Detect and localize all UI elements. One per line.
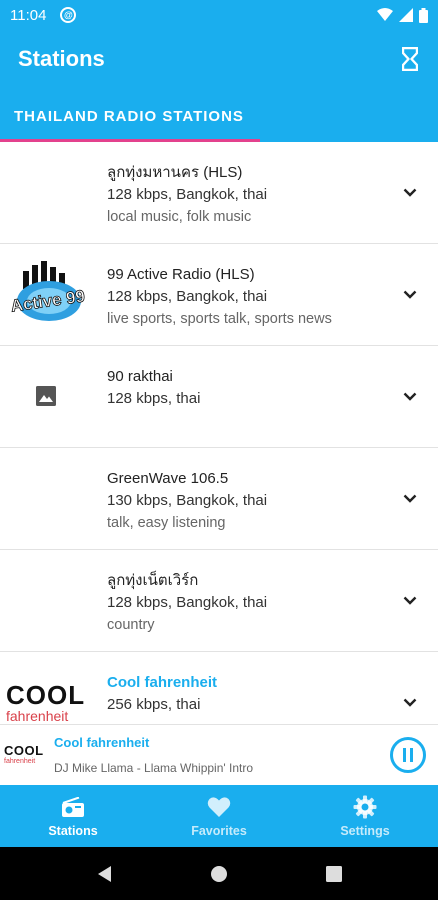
station-logo [0, 346, 92, 446]
expand-button[interactable] [400, 182, 420, 202]
gear-icon [353, 795, 377, 819]
expand-button[interactable] [400, 386, 420, 406]
chevron-down-icon [403, 698, 417, 707]
station-logo [0, 550, 92, 650]
battery-icon [419, 7, 428, 23]
station-tags: live sports, sports talk, sports news [107, 311, 332, 327]
now-playing-bar[interactable]: COOL fahrenheit Cool fahrenheit DJ Mike … [0, 724, 438, 785]
active99-logo: Active 99 [9, 261, 87, 321]
nav-item-favorites[interactable]: Favorites [146, 785, 292, 847]
expand-button[interactable] [400, 488, 420, 508]
station-row[interactable]: GreenWave 106.5 130 kbps, Bangkok, thai … [0, 448, 438, 550]
station-name: Cool fahrenheit [107, 674, 218, 691]
station-meta: 128 kbps, Bangkok, thai [107, 186, 268, 203]
station-tags: talk, easy listening [107, 515, 226, 531]
nav-label-stations: Stations [48, 824, 98, 838]
signal-icon [399, 8, 413, 22]
station-row[interactable]: ลูกทุ่งเน็ตเวิร์ก 128 kbps, Bangkok, tha… [0, 550, 438, 652]
pause-button[interactable] [390, 737, 426, 773]
chevron-down-icon [403, 392, 417, 401]
status-bar: 11:04 @ [0, 0, 438, 30]
status-time: 11:04 [10, 6, 47, 24]
chevron-down-icon [403, 188, 417, 197]
nav-label-settings: Settings [340, 824, 390, 838]
system-navigation-bar [0, 847, 438, 900]
station-meta: 128 kbps, Bangkok, thai [107, 594, 268, 611]
chevron-down-icon [403, 290, 417, 299]
sleep-timer-button[interactable] [398, 44, 422, 74]
station-logo [0, 448, 92, 548]
station-logo: COOL fahrenheit [0, 652, 92, 724]
tab-thailand-radio-stations[interactable]: THAILAND RADIO STATIONS [14, 108, 244, 125]
station-name: 99 Active Radio (HLS) [107, 266, 255, 283]
station-list[interactable]: ลูกทุ่งมหานคร (HLS) 128 kbps, Bangkok, t… [0, 142, 438, 724]
page-title: Stations [18, 46, 105, 71]
station-name: GreenWave 106.5 [107, 470, 229, 487]
now-playing-logo-top: COOL [4, 743, 44, 758]
station-tags: local music, folk music [107, 209, 252, 225]
pause-icon-bar-right [410, 748, 413, 762]
station-info: ลูกทุ่งเน็ตเวิร์ก 128 kbps, Bangkok, tha… [107, 570, 387, 636]
now-playing-subtitle: DJ Mike Llama - Llama Whippin' Intro [54, 761, 254, 775]
radio-icon [62, 797, 84, 817]
station-info: 99 Active Radio (HLS) 128 kbps, Bangkok,… [107, 264, 387, 330]
cool-fahrenheit-logo-bottom: fahrenheit [6, 708, 69, 724]
station-name: ลูกทุ่งเน็ตเวิร์ก [107, 572, 199, 589]
pause-icon-bar-left [403, 748, 406, 762]
bottom-navigation: Stations Favorites Settings [0, 785, 438, 847]
station-info: Cool fahrenheit 256 kbps, thai [107, 672, 387, 716]
nav-item-settings[interactable]: Settings [292, 785, 438, 847]
station-logo: Active 99 [0, 244, 92, 344]
station-meta: 256 kbps, thai [107, 696, 201, 713]
station-name: ลูกทุ่งมหานคร (HLS) [107, 164, 243, 181]
now-playing-logo: COOL fahrenheit [4, 737, 48, 773]
nav-item-stations[interactable]: Stations [0, 785, 146, 847]
expand-button[interactable] [400, 284, 420, 304]
status-icons [377, 7, 428, 23]
cool-fahrenheit-logo-top: COOL [6, 680, 86, 710]
station-row[interactable]: ลูกทุ่งมหานคร (HLS) 128 kbps, Bangkok, t… [0, 142, 438, 244]
chevron-down-icon [403, 494, 417, 503]
chevron-down-icon [403, 596, 417, 605]
sync-badge-icon: @ [60, 7, 77, 23]
station-meta: 128 kbps, thai [107, 390, 201, 407]
now-playing-title: Cool fahrenheit [54, 735, 150, 750]
station-info: 90 rakthai 128 kbps, thai [107, 366, 387, 410]
station-row[interactable]: Active 99 99 Active Radio (HLS) 128 kbps… [0, 244, 438, 346]
nav-label-favorites: Favorites [191, 824, 247, 838]
heart-icon [207, 797, 231, 817]
now-playing-logo-bottom: fahrenheit [4, 758, 36, 765]
home-icon[interactable] [210, 865, 228, 883]
station-row[interactable]: COOL fahrenheit Cool fahrenheit 256 kbps… [0, 652, 438, 724]
hourglass-icon [402, 47, 418, 71]
station-name: 90 rakthai [107, 368, 173, 385]
station-info: GreenWave 106.5 130 kbps, Bangkok, thai … [107, 468, 387, 534]
app-bar: Stations THAILAND RADIO STATIONS [0, 30, 438, 142]
expand-button[interactable] [400, 590, 420, 610]
station-meta: 130 kbps, Bangkok, thai [107, 492, 268, 509]
image-placeholder-icon [36, 386, 56, 406]
recents-icon[interactable] [326, 865, 342, 882]
station-info: ลูกทุ่งมหานคร (HLS) 128 kbps, Bangkok, t… [107, 162, 387, 228]
station-row[interactable]: 90 rakthai 128 kbps, thai [0, 346, 438, 448]
station-meta: 128 kbps, Bangkok, thai [107, 288, 268, 305]
wifi-icon [377, 8, 393, 21]
expand-button[interactable] [400, 692, 420, 712]
station-logo [0, 142, 92, 242]
station-tags: country [107, 617, 155, 633]
back-icon[interactable] [96, 865, 112, 883]
